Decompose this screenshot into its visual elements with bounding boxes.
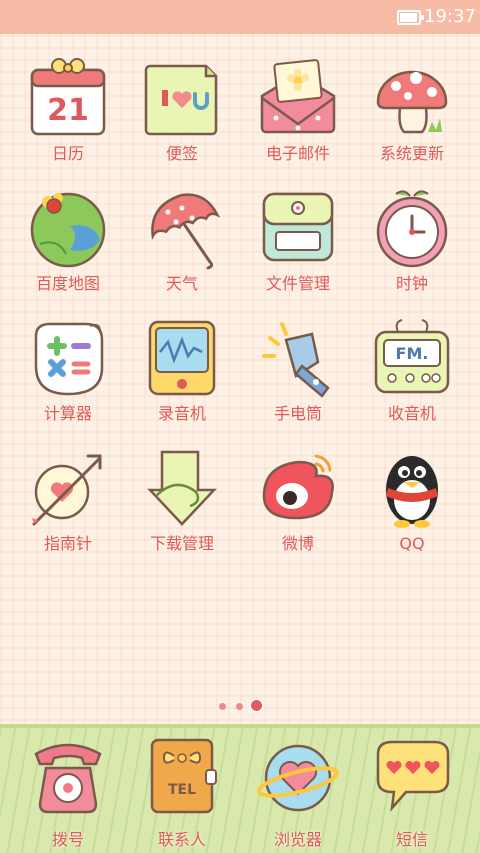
app-label: 指南针 <box>43 534 92 553</box>
app-maps[interactable]: 百度地图 <box>13 186 123 306</box>
app-label: 天气 <box>165 274 198 293</box>
app-label: 时钟 <box>395 274 428 293</box>
message-hearts-icon <box>376 740 450 812</box>
app-email[interactable]: 电子邮件 <box>243 56 353 176</box>
app-compass[interactable]: 指南针 <box>13 446 123 566</box>
map-icon <box>30 192 106 268</box>
contacts-book-icon: TEL <box>150 738 217 814</box>
app-label: QQ <box>399 534 425 553</box>
page-dot[interactable] <box>251 700 262 711</box>
penguin-icon <box>386 456 438 528</box>
calendar-icon: 21 <box>30 58 106 136</box>
app-qq[interactable]: QQ <box>357 446 467 566</box>
app-calendar[interactable]: 21 日历 <box>13 56 123 176</box>
app-label: 日历 <box>51 144 84 163</box>
app-files[interactable]: 文件管理 <box>243 186 353 306</box>
app-calculator[interactable]: 计算器 <box>13 316 123 436</box>
flashlight-icon <box>262 322 330 398</box>
app-label: 下载管理 <box>149 534 214 553</box>
contacts-badge-text: TEL <box>168 782 196 798</box>
app-notes[interactable]: 便签 <box>127 56 237 176</box>
clock-icon <box>376 190 448 268</box>
dock-dialer[interactable]: 拨号 <box>13 734 123 853</box>
notes-icon <box>144 64 218 136</box>
app-radio[interactable]: FM. 收音机 <box>357 316 467 436</box>
umbrella-icon <box>151 193 221 270</box>
status-bar: 19:37 <box>0 0 480 34</box>
folder-icon <box>262 192 334 262</box>
app-weather[interactable]: 天气 <box>127 186 237 306</box>
home-screen: 19:37 21 日历 便签 电子邮件 系统更新 百度地图 天气 文件管理 时钟… <box>0 0 480 853</box>
calculator-icon <box>34 322 104 396</box>
page-dot[interactable] <box>236 703 243 710</box>
phone-icon <box>34 743 102 814</box>
dock-browser[interactable]: 浏览器 <box>243 734 353 853</box>
dock: 拨号 TEL 联系人 浏览器 短信 <box>0 724 480 853</box>
app-recorder[interactable]: 录音机 <box>127 316 237 436</box>
app-flashlight[interactable]: 手电筒 <box>243 316 353 436</box>
app-label: 计算器 <box>43 404 92 423</box>
app-weibo[interactable]: 微博 <box>243 446 353 566</box>
app-label: 百度地图 <box>35 274 100 293</box>
app-downloads[interactable]: 下载管理 <box>127 446 237 566</box>
radio-icon: FM. <box>374 319 450 394</box>
status-time: 19:37 <box>424 6 476 27</box>
app-label: 电子邮件 <box>265 144 330 163</box>
recorder-icon <box>148 320 216 396</box>
app-label: 手电筒 <box>273 404 322 423</box>
email-icon <box>260 59 336 134</box>
app-clock[interactable]: 时钟 <box>357 186 467 306</box>
mushroom-icon <box>376 70 448 134</box>
app-label: 文件管理 <box>265 274 330 293</box>
app-system-update[interactable]: 系统更新 <box>357 56 467 176</box>
page-indicator <box>216 700 266 712</box>
weibo-icon <box>262 454 334 520</box>
dock-label: 拨号 <box>51 830 84 849</box>
radio-screen-text: FM. <box>396 344 429 363</box>
app-label: 系统更新 <box>379 144 444 163</box>
calendar-day: 21 <box>47 93 89 128</box>
battery-icon <box>397 10 424 25</box>
dock-contacts[interactable]: TEL 联系人 <box>127 734 237 853</box>
app-label: 便签 <box>165 144 198 163</box>
dock-sms[interactable]: 短信 <box>357 734 467 853</box>
compass-icon <box>32 454 102 526</box>
download-icon <box>147 450 217 526</box>
dock-label: 联系人 <box>157 830 206 849</box>
globe-heart-icon <box>257 744 339 812</box>
dock-label: 浏览器 <box>273 830 322 849</box>
dock-label: 短信 <box>395 830 428 849</box>
app-label: 收音机 <box>387 404 436 423</box>
app-label: 录音机 <box>157 404 206 423</box>
page-dot[interactable] <box>219 703 226 710</box>
app-label: 微博 <box>281 534 314 553</box>
